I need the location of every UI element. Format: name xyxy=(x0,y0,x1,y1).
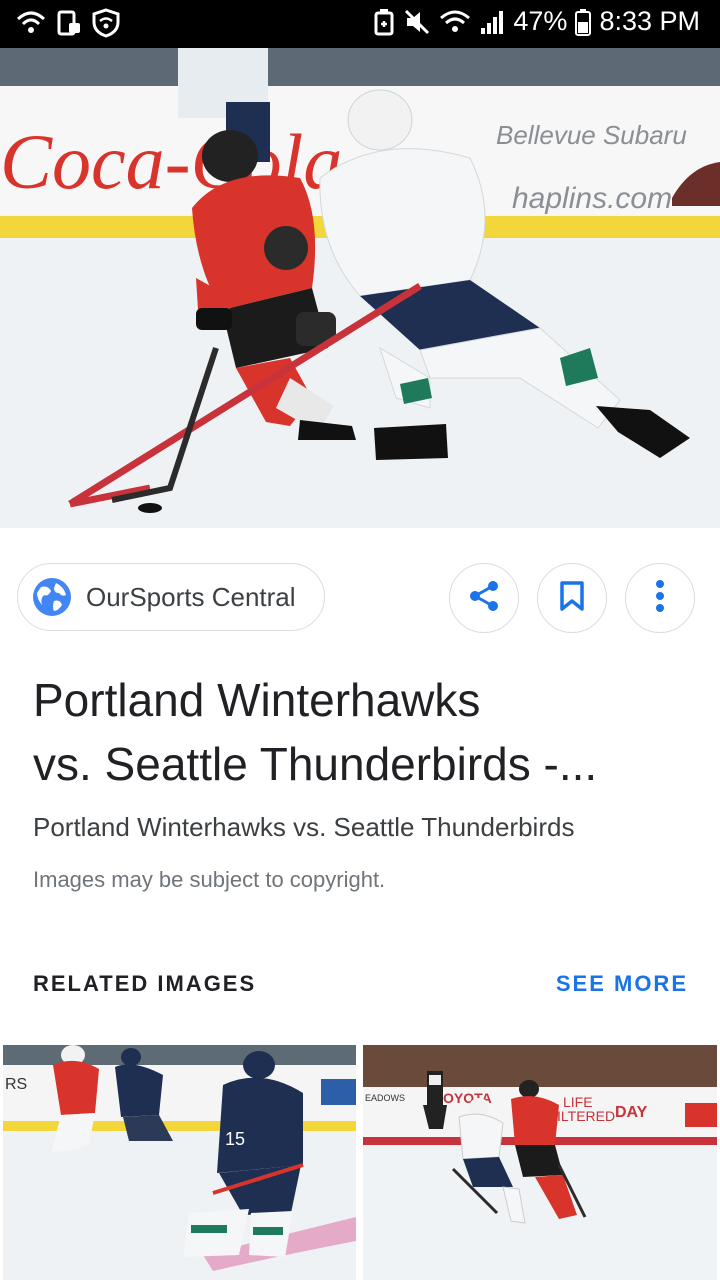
globe-icon xyxy=(32,577,72,617)
shield-icon xyxy=(92,8,120,38)
related-images-heading: RELATED IMAGES xyxy=(33,971,257,996)
see-more-link[interactable]: SEE MORE xyxy=(556,971,688,997)
hero-image[interactable]: Coca-Cola Bellevue Subaru haplins.com xyxy=(0,48,720,528)
ad-chaplins: haplins.com xyxy=(512,182,672,215)
more-vert-icon xyxy=(655,579,665,618)
thumb2-ad-1: EADOWS xyxy=(365,1093,405,1103)
more-options-button[interactable] xyxy=(625,563,695,633)
source-name: OurSports Central xyxy=(86,581,296,612)
ad-bellevue-subaru: Bellevue Subaru xyxy=(496,120,687,150)
wifi-icon xyxy=(439,8,471,36)
related-image-2[interactable]: EADOWS OYOTA LIFE ILTERED DAY xyxy=(363,1045,717,1280)
battery-saver-icon xyxy=(373,8,395,36)
clock: 8:33 PM xyxy=(599,6,700,36)
mute-icon xyxy=(403,8,431,36)
signal-icon xyxy=(479,8,505,36)
wifi-call-icon xyxy=(16,9,46,37)
thumb2-ad-5: DAY xyxy=(615,1104,648,1121)
thumb2-ad-4: ILTERED xyxy=(557,1108,615,1124)
battery-percent: 47% xyxy=(513,6,568,36)
share-button[interactable] xyxy=(449,563,519,633)
result-title[interactable]: Portland Winterhawks vs. Seattle Thunder… xyxy=(33,668,673,796)
source-chip[interactable]: OurSports Central xyxy=(17,563,325,631)
save-button[interactable] xyxy=(537,563,607,633)
result-subtitle: Portland Winterhawks vs. Seattle Thunder… xyxy=(33,812,575,842)
phone-lock-icon xyxy=(56,9,82,37)
battery-icon xyxy=(575,8,592,36)
title-line-1: Portland Winterhawks xyxy=(33,674,481,726)
thumb1-ad-text: RS xyxy=(5,1076,27,1093)
related-image-1[interactable]: RS 15 xyxy=(3,1045,356,1280)
title-line-2: vs. Seattle Thunderbirds -... xyxy=(33,738,598,790)
svg-text:15: 15 xyxy=(225,1129,245,1149)
bookmark-icon xyxy=(559,580,585,617)
copyright-notice: Images may be subject to copyright. xyxy=(33,867,386,892)
share-icon xyxy=(467,579,501,618)
status-bar: 47% 8:33 PM xyxy=(0,0,720,48)
